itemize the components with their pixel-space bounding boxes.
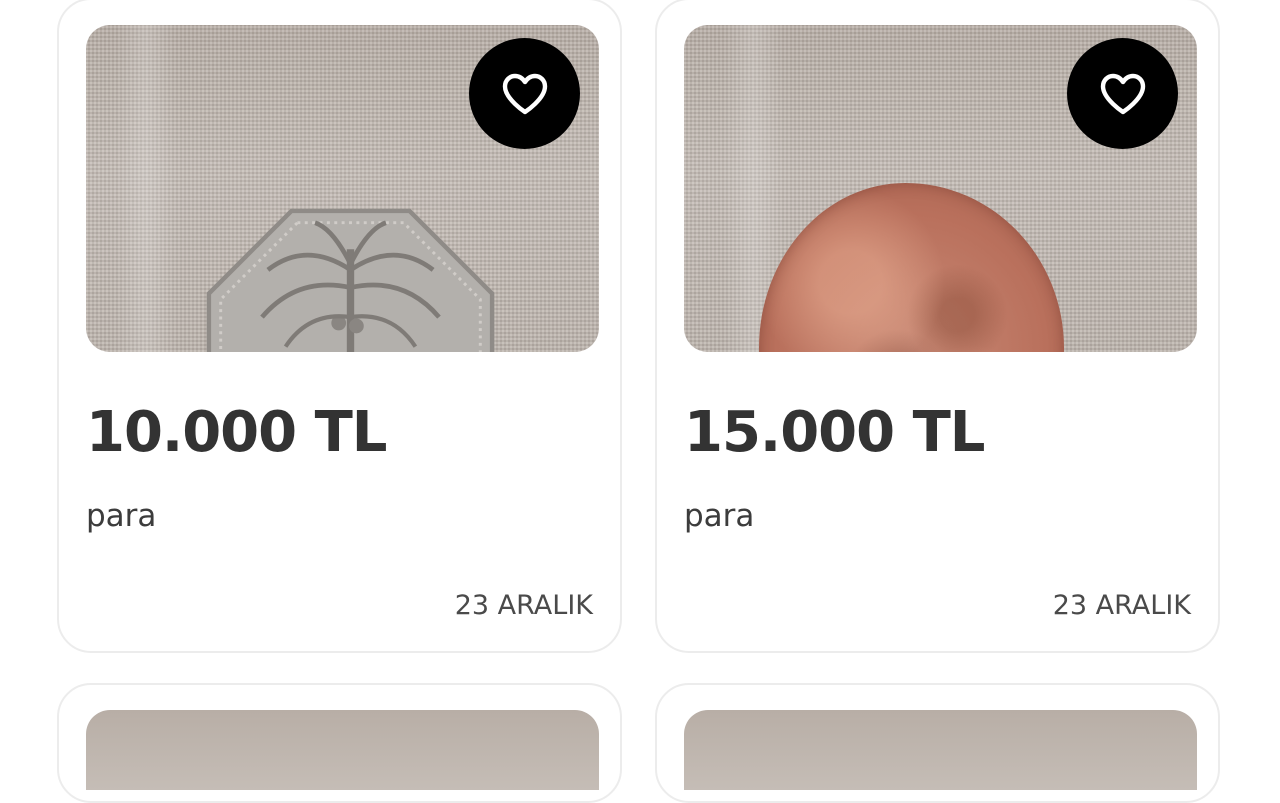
listing-card[interactable]: 10.000 TL para 23 ARALIK (57, 0, 622, 653)
listing-image[interactable] (684, 710, 1197, 790)
listing-title[interactable]: para (86, 498, 156, 534)
favorite-button[interactable] (1067, 38, 1178, 149)
listing-date: 23 ARALIK (1052, 590, 1191, 621)
listing-date: 23 ARALIK (454, 590, 593, 621)
listing-title[interactable]: para (684, 498, 754, 534)
favorite-button[interactable] (469, 38, 580, 149)
listing-card[interactable] (57, 683, 622, 803)
listing-price: 15.000 TL (684, 400, 985, 465)
listing-card[interactable]: 15.000 TL para 23 ARALIK (655, 0, 1220, 653)
listing-price: 10.000 TL (86, 400, 387, 465)
coin-image (759, 183, 1064, 352)
heart-outline-icon (502, 73, 547, 114)
listing-card[interactable] (655, 683, 1220, 803)
listing-image[interactable] (86, 710, 599, 790)
heart-outline-icon (1100, 73, 1145, 114)
coin-image (206, 208, 495, 352)
